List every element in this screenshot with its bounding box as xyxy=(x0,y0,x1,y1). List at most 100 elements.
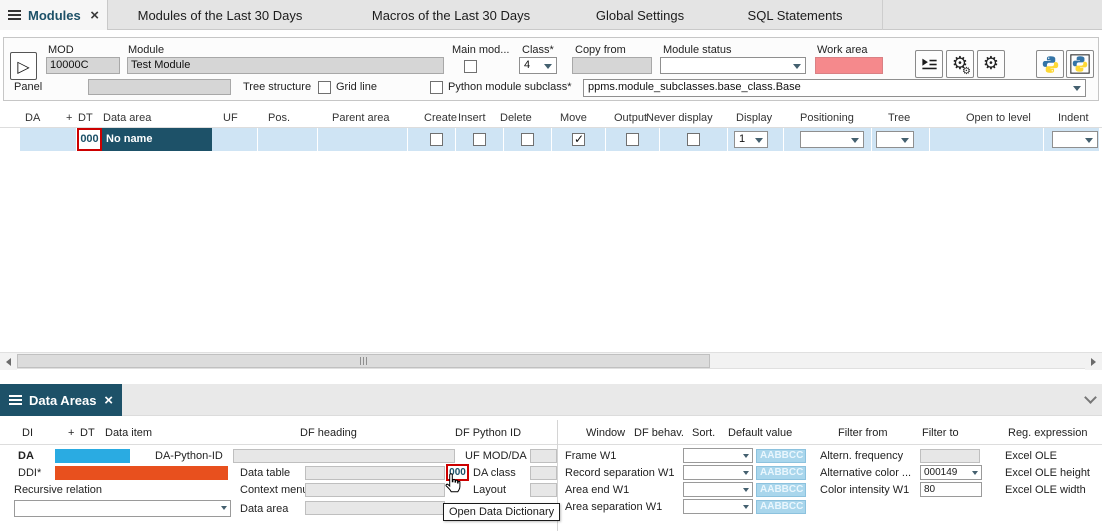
output-checkbox[interactable] xyxy=(626,133,639,146)
class-select[interactable]: 4 xyxy=(519,57,557,74)
horizontal-scrollbar[interactable] xyxy=(0,352,1102,369)
area-separation-w1-select[interactable] xyxy=(683,499,753,514)
panel-field[interactable] xyxy=(88,79,231,95)
recursive-relation-select[interactable] xyxy=(14,500,231,517)
grid-line-checkbox[interactable] xyxy=(318,81,331,94)
pcol-add-button[interactable]: + xyxy=(68,427,74,439)
module-name-field[interactable]: Test Module xyxy=(127,57,444,74)
data-area-field[interactable] xyxy=(305,501,445,515)
scroll-left-button[interactable] xyxy=(0,353,17,370)
data-area-grid-row[interactable]: 000 No name 1 xyxy=(20,128,1100,151)
cell-uf[interactable] xyxy=(212,128,258,151)
da-class-field[interactable] xyxy=(530,466,557,480)
python-subclass-checkbox[interactable] xyxy=(430,81,443,94)
indent-select[interactable] xyxy=(1052,131,1098,148)
tabbar-divider xyxy=(882,0,883,30)
layout-field[interactable] xyxy=(530,483,557,497)
record-separation-w1-select[interactable] xyxy=(683,465,753,480)
module-status-select[interactable] xyxy=(660,57,806,74)
alternative-color-select[interactable]: 000149 xyxy=(920,465,982,480)
module-list-button[interactable] xyxy=(915,50,943,78)
never-display-checkbox[interactable] xyxy=(687,133,700,146)
panel-close-icon[interactable]: × xyxy=(104,393,113,408)
area-end-color-field[interactable]: AABBCC xyxy=(756,483,806,497)
tree-structure-label: Tree structure xyxy=(243,81,311,93)
col-insert: Insert xyxy=(458,112,486,124)
col-data-area: Data area xyxy=(103,112,151,124)
create-checkbox[interactable] xyxy=(430,133,443,146)
python-subclass-button[interactable] xyxy=(1066,50,1094,78)
hamburger-icon[interactable] xyxy=(9,395,22,405)
panel-title: Data Areas xyxy=(29,393,96,408)
hamburger-icon[interactable] xyxy=(8,10,21,20)
pcol-filter-to: Filter to xyxy=(922,427,959,439)
col-never-display: Never display xyxy=(646,112,713,124)
pcol-df-behav: DF behav. xyxy=(634,427,684,439)
frame-w1-color-field[interactable]: AABBCC xyxy=(756,449,806,463)
da-field[interactable] xyxy=(55,449,130,463)
col-uf: UF xyxy=(223,112,238,124)
cell-pos[interactable] xyxy=(258,128,318,151)
panel-header-divider xyxy=(0,444,1102,445)
altern-frequency-field[interactable] xyxy=(920,449,980,463)
col-create: Create xyxy=(424,112,457,124)
delete-checkbox[interactable] xyxy=(521,133,534,146)
insert-checkbox[interactable] xyxy=(473,133,486,146)
close-icon[interactable]: × xyxy=(90,8,99,23)
pcol-df-python-id: DF Python ID xyxy=(455,427,521,439)
context-menu-label: Context menu xyxy=(240,484,308,496)
frame-w1-label: Frame W1 xyxy=(565,450,616,462)
col-positioning: Positioning xyxy=(800,112,854,124)
work-area-field[interactable] xyxy=(815,57,883,74)
customizer-button[interactable]: ⚙ ⚙ xyxy=(946,50,974,78)
gear-small-icon: ⚙ xyxy=(962,66,971,77)
scrollbar-thumb[interactable] xyxy=(17,354,710,368)
python-macro-button[interactable] xyxy=(1036,50,1064,78)
frame-w1-select[interactable] xyxy=(683,448,753,463)
run-module-button[interactable]: ▷ xyxy=(10,52,37,80)
class-label: Class* xyxy=(522,44,554,56)
python-icon xyxy=(1041,55,1060,74)
cell-da[interactable] xyxy=(20,128,77,151)
ddi-field[interactable] xyxy=(55,466,228,480)
settings-button[interactable]: ⚙ xyxy=(977,50,1005,78)
record-separation-color-field[interactable]: AABBCC xyxy=(756,466,806,480)
uf-mod-da-label: UF MOD/DA xyxy=(465,450,527,462)
tab-macros-last-30-days[interactable]: Macros of the Last 30 Days xyxy=(330,0,572,30)
list-run-icon xyxy=(920,55,939,74)
mod-field[interactable]: 10000C xyxy=(46,57,120,74)
cell-open-to-level[interactable] xyxy=(930,128,1044,151)
tab-sql-statements[interactable]: SQL Statements xyxy=(708,0,882,30)
context-menu-field[interactable] xyxy=(305,483,445,497)
positioning-select[interactable] xyxy=(800,131,864,148)
pcol-sort: Sort. xyxy=(692,427,715,439)
alternative-color-value: 000149 xyxy=(924,467,957,478)
tab-global-settings[interactable]: Global Settings xyxy=(572,0,708,30)
cell-dt-value[interactable]: 000 xyxy=(77,128,102,151)
data-table-field[interactable] xyxy=(305,466,445,480)
uf-mod-da-field[interactable] xyxy=(530,449,557,463)
color-intensity-w1-label: Color intensity W1 xyxy=(820,484,909,496)
scroll-right-button[interactable] xyxy=(1085,353,1102,370)
col-add-button[interactable]: + xyxy=(66,112,72,124)
cell-data-area-name[interactable]: No name xyxy=(102,128,212,151)
copy-from-field[interactable] xyxy=(572,57,652,74)
move-checkbox[interactable] xyxy=(572,133,585,146)
area-end-w1-select[interactable] xyxy=(683,482,753,497)
display-select[interactable]: 1 xyxy=(734,131,768,148)
panel-tab-data-areas[interactable]: Data Areas × xyxy=(0,384,122,416)
col-parent-area: Parent area xyxy=(332,112,389,124)
main-mod-checkbox[interactable] xyxy=(464,60,477,73)
tab-modules[interactable]: Modules × xyxy=(0,0,108,30)
tab-modules-last-30-days[interactable]: Modules of the Last 30 Days xyxy=(110,0,330,30)
pcol-df-heading: DF heading xyxy=(300,427,357,439)
python-subclass-label: Python module subclass* xyxy=(448,81,572,93)
chevron-down-icon[interactable] xyxy=(1084,391,1097,404)
tree-select[interactable] xyxy=(876,131,914,148)
col-move: Move xyxy=(560,112,587,124)
python-subclass-select[interactable]: ppms.module_subclasses.base_class.Base xyxy=(583,79,1086,97)
area-separation-color-field[interactable]: AABBCC xyxy=(756,500,806,514)
color-intensity-field[interactable]: 80 xyxy=(920,482,982,497)
da-python-id-field[interactable] xyxy=(233,449,455,463)
cell-parent-area[interactable] xyxy=(318,128,408,151)
